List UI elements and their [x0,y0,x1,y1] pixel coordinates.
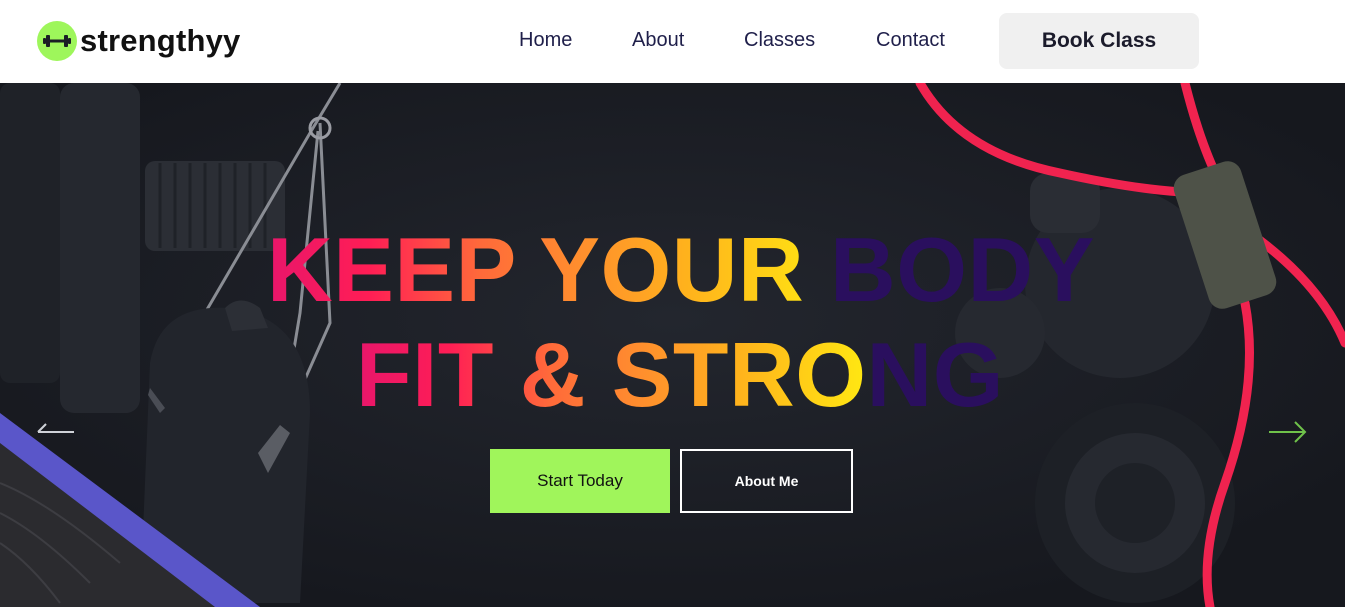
main-nav: Home About Classes Contact Book Class [0,0,1345,83]
book-class-button[interactable]: Book Class [999,13,1199,69]
headline-line-2-dim: NG [866,325,1005,426]
nav-link-about[interactable]: About [632,29,684,52]
nav-link-classes[interactable]: Classes [744,29,815,52]
headline-line-1-lit: KEEP YOUR [267,220,830,321]
start-today-button[interactable]: Start Today [490,449,670,513]
arrow-right-icon[interactable] [1267,418,1307,446]
headline-line-1: KEEP YOUR BODY [267,225,1095,316]
nav-link-home[interactable]: Home [519,29,572,52]
headline-line-2-lit: FIT & STRO [356,325,867,426]
nav-link-contact[interactable]: Contact [876,29,945,52]
arrow-left-icon[interactable] [36,418,76,446]
hero-slider: KEEP YOUR BODY FIT & STRONG Start Today … [0,83,1345,607]
headline-line-2: FIT & STRONG [356,330,1004,421]
site-header: strengthyy Home About Classes Contact Bo… [0,0,1345,83]
headline-line-1-dim: BODY [830,220,1095,321]
about-me-button[interactable]: About Me [680,449,853,513]
